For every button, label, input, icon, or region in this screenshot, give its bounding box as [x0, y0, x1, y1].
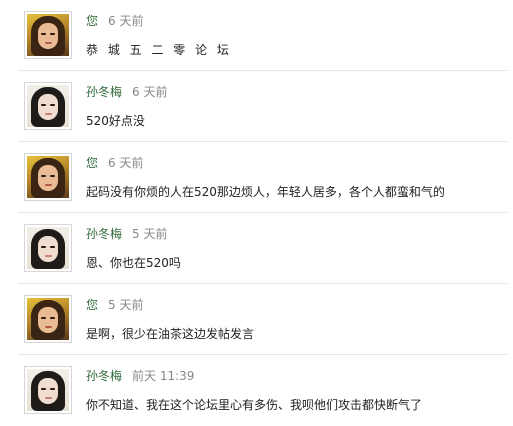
avatar[interactable] — [24, 224, 72, 272]
avatar[interactable] — [24, 82, 72, 130]
avatar[interactable] — [24, 11, 72, 59]
avatar-image — [27, 298, 69, 340]
avatar[interactable] — [24, 153, 72, 201]
timestamp: 前天 11:39 — [132, 369, 195, 383]
avatar-image — [27, 369, 69, 411]
message-meta: 您 5 天前 — [86, 298, 143, 313]
timestamp: 5 天前 — [108, 298, 144, 312]
message-item: 孙冬梅 6 天前 520好点没 — [0, 71, 513, 142]
message-thread: 您 6 天前 恭 城 五 二 零 论 坛 孙冬梅 6 天前 520好点没 您 6 天前… — [0, 0, 513, 426]
message-meta: 孙冬梅 5 天前 — [86, 227, 167, 242]
avatar[interactable] — [24, 366, 72, 414]
avatar-image — [27, 227, 69, 269]
message-text: 恭 城 五 二 零 论 坛 — [86, 43, 232, 57]
author-name[interactable]: 孙冬梅 — [86, 85, 122, 99]
message-text: 起码没有你烦的人在520那边烦人，年轻人居多，各个人都蛮和气的 — [86, 185, 445, 199]
timestamp: 5 天前 — [132, 227, 168, 241]
author-name[interactable]: 您 — [86, 14, 98, 28]
avatar-image — [27, 85, 69, 127]
message-item: 您 5 天前 是啊，很少在油茶这边发帖发言 — [0, 284, 513, 355]
message-item: 您 6 天前 恭 城 五 二 零 论 坛 — [0, 0, 513, 71]
message-text: 你不知道、我在这个论坛里心有多伤、我呗他们攻击都快断气了 — [86, 398, 423, 412]
avatar-image — [27, 156, 69, 198]
message-meta: 您 6 天前 — [86, 156, 143, 171]
timestamp: 6 天前 — [132, 85, 168, 99]
message-item: 孙冬梅 5 天前 恩、你也在520吗 — [0, 213, 513, 284]
message-meta: 您 6 天前 — [86, 14, 143, 29]
message-text: 520好点没 — [86, 114, 145, 128]
message-meta: 孙冬梅 6 天前 — [86, 85, 167, 100]
message-item: 孙冬梅 前天 11:39 你不知道、我在这个论坛里心有多伤、我呗他们攻击都快断气了 — [0, 355, 513, 426]
timestamp: 6 天前 — [108, 14, 144, 28]
avatar-image — [27, 14, 69, 56]
author-name[interactable]: 孙冬梅 — [86, 369, 122, 383]
message-item: 您 6 天前 起码没有你烦的人在520那边烦人，年轻人居多，各个人都蛮和气的 — [0, 142, 513, 213]
author-name[interactable]: 您 — [86, 156, 98, 170]
author-name[interactable]: 您 — [86, 298, 98, 312]
message-meta: 孙冬梅 前天 11:39 — [86, 369, 194, 384]
message-text: 恩、你也在520吗 — [86, 256, 181, 270]
avatar[interactable] — [24, 295, 72, 343]
timestamp: 6 天前 — [108, 156, 144, 170]
author-name[interactable]: 孙冬梅 — [86, 227, 122, 241]
message-text: 是啊，很少在油茶这边发帖发言 — [86, 327, 255, 341]
